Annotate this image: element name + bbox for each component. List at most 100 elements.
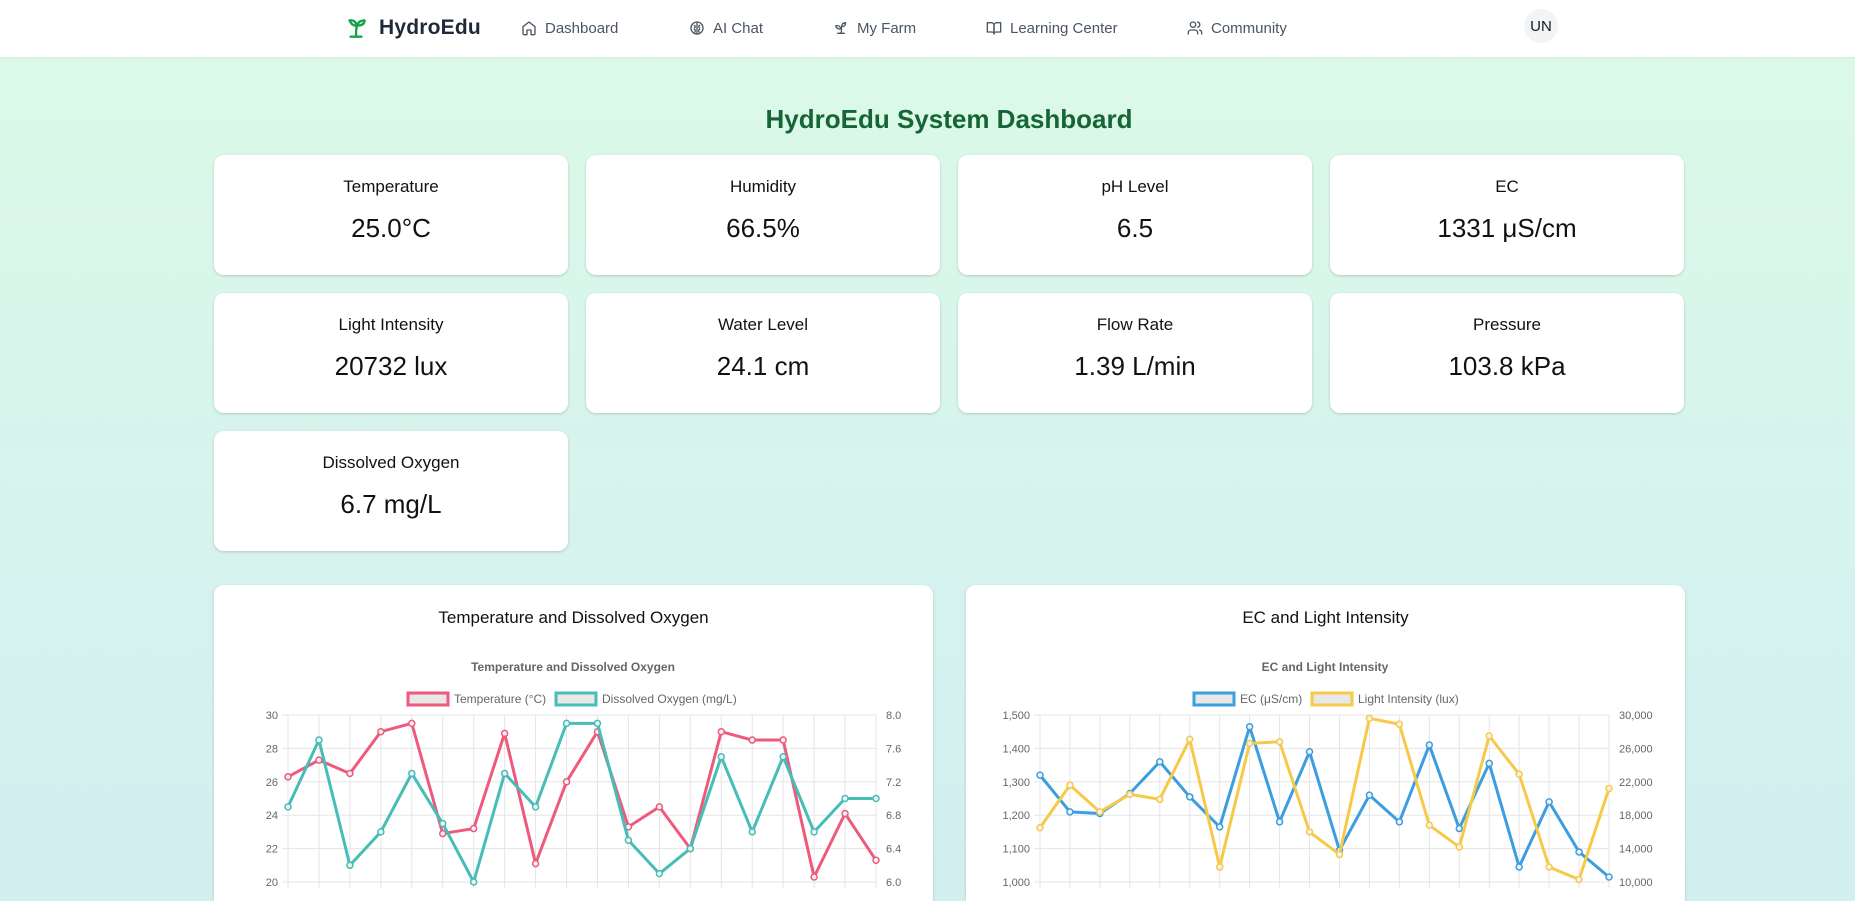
data-point [377, 828, 385, 836]
data-point [315, 736, 323, 744]
y-left-tick-label: 1,100 [1002, 844, 1030, 856]
chart-grid: 1,000 10,000 1,100 14,000 1,200 18,000 1,300 22… [1002, 710, 1652, 889]
y-left-tick-label: 22 [266, 844, 278, 856]
data-point [872, 856, 880, 865]
metric-value: 6.7 mg/L [340, 489, 442, 519]
data-point [346, 861, 354, 870]
data-point [1455, 824, 1464, 833]
metric-card-humidity: Humidity 66.5% [586, 155, 940, 275]
data-point [717, 753, 726, 761]
y-left-tick-label: 1,300 [1002, 777, 1030, 789]
user-avatar[interactable]: UN [1524, 9, 1558, 43]
y-right-tick-label: 30,000 [1619, 710, 1653, 722]
users-icon [1187, 21, 1203, 35]
data-point [531, 859, 540, 868]
metric-label: Pressure [1472, 315, 1542, 334]
y-right-tick-label: 7.2 [886, 777, 901, 789]
data-point [1545, 798, 1553, 806]
data-point [284, 803, 292, 811]
legend-label: Temperature (°C) [454, 692, 546, 706]
metric-label: pH Level [1101, 177, 1169, 196]
page-title: HydroEdu System Dashboard [765, 104, 1133, 134]
y-left-tick-label: 30 [266, 710, 278, 722]
data-point [469, 878, 478, 886]
y-left-tick-label: 1,200 [1002, 810, 1030, 822]
metric-label: Light Intensity [338, 315, 444, 334]
y-left-tick-label: 1,400 [1002, 743, 1030, 755]
data-point [1275, 737, 1284, 746]
metric-value: 6.5 [1116, 213, 1154, 243]
data-point [562, 719, 571, 728]
data-point [655, 803, 664, 811]
data-point [1605, 784, 1613, 793]
data-point [438, 829, 447, 838]
chart-title: EC and Light Intensity [1262, 660, 1389, 674]
data-point [810, 873, 818, 881]
y-right-tick-label: 7.6 [886, 743, 901, 755]
data-point [531, 803, 540, 811]
data-point [1395, 720, 1404, 728]
data-point [1275, 818, 1284, 826]
y-left-tick-label: 1,000 [1002, 877, 1030, 889]
nav-item-dashboard[interactable]: Dashboard [521, 16, 618, 40]
data-point [1545, 863, 1553, 871]
data-point [748, 736, 756, 744]
data-point [1066, 781, 1074, 789]
data-point [841, 809, 849, 818]
data-point [438, 819, 447, 828]
metric-value: 24.1 cm [716, 351, 810, 381]
data-point [1036, 823, 1044, 832]
book-icon [986, 22, 1002, 35]
metric-label: Flow Rate [1096, 315, 1174, 334]
sprout-logo-icon [348, 19, 366, 38]
data-point [1096, 808, 1104, 816]
data-point [872, 794, 880, 803]
ec-light-chart: EC and Light Intensity EC (μS/cm) Light In… [1002, 660, 1652, 889]
legend-label: Dissolved Oxygen (mg/L) [602, 692, 737, 706]
data-point [624, 836, 633, 844]
data-point [1215, 863, 1224, 871]
data-point [655, 869, 664, 878]
y-right-tick-label: 6.0 [886, 877, 901, 889]
data-point [1215, 823, 1224, 831]
chart-card-temperature-oxygen: Temperature and Dissolved Oxygen Tempera… [214, 585, 933, 901]
data-point [1575, 875, 1583, 884]
y-left-tick-label: 28 [266, 743, 278, 755]
nav-item-learning-center[interactable]: Learning Center [986, 16, 1118, 40]
chart-series [284, 719, 880, 881]
data-point [810, 828, 818, 836]
metric-value: 66.5% [726, 213, 800, 243]
y-left-tick-label: 1,500 [1002, 710, 1030, 722]
data-point [779, 753, 787, 761]
chart-legend: EC (μS/cm) Light Intensity (lux) [1192, 691, 1459, 707]
data-point [1395, 818, 1404, 826]
nav-item-ai-chat[interactable]: AI Chat [689, 16, 763, 40]
data-point [408, 719, 416, 728]
legend-swatch [554, 691, 598, 707]
nav-item-community[interactable]: Community [1187, 16, 1287, 40]
legend-label: EC (μS/cm) [1240, 692, 1302, 706]
top-navigation-bar: HydroEdu Dashboard AI Chat My Farm Learn… [0, 0, 1855, 57]
nav-item-label: Learning Center [1010, 19, 1118, 37]
metric-card-dissolved-oxygen: Dissolved Oxygen 6.7 mg/L [214, 431, 568, 551]
data-point [1036, 771, 1044, 779]
data-point [717, 727, 726, 736]
y-right-tick-label: 6.4 [886, 844, 901, 856]
brand-logo[interactable]: HydroEdu [343, 13, 481, 43]
nav-item-label: Community [1211, 19, 1287, 37]
metric-value: 103.8 kPa [1448, 351, 1566, 381]
nav-item-label: Dashboard [545, 19, 619, 37]
metric-label: Temperature [343, 177, 439, 196]
metric-value: 20732 lux [334, 351, 448, 381]
chart-card-ec-light: EC and Light Intensity EC and Light Inte… [966, 585, 1685, 901]
data-point [500, 729, 509, 738]
data-point [1425, 821, 1434, 829]
nav-item-my-farm[interactable]: My Farm [833, 16, 916, 40]
data-point [1126, 790, 1134, 799]
chart-legend: Temperature (°C) Dissolved Oxygen (mg/L) [406, 691, 737, 707]
metric-label: Water Level [717, 315, 809, 334]
metric-value: 25.0°C [351, 213, 431, 243]
series-line [287, 721, 878, 879]
data-point [1485, 759, 1493, 768]
brain-icon [690, 21, 704, 35]
